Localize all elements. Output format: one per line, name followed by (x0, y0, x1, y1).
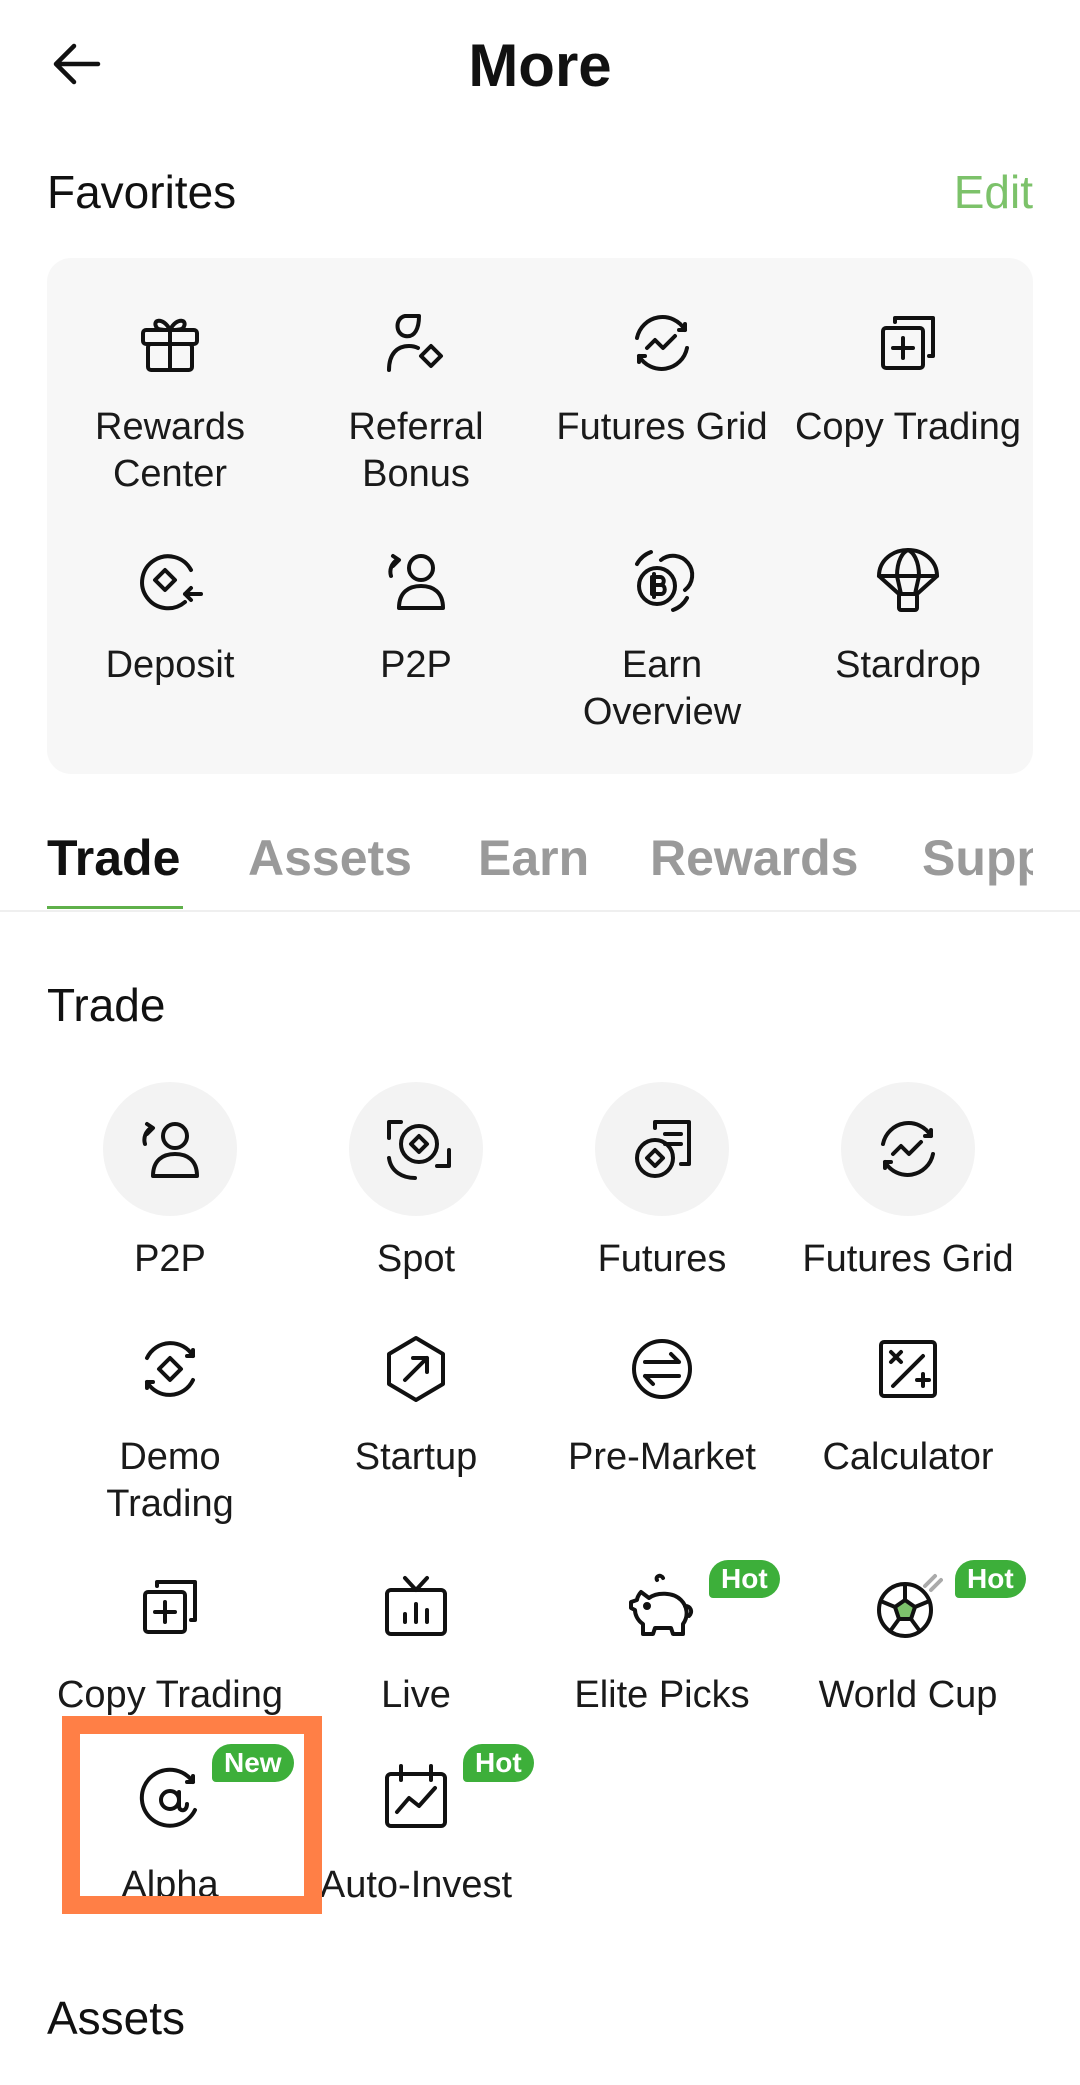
favorite-label: P2P (380, 644, 452, 686)
trade-item-startup[interactable]: Startup (293, 1334, 539, 1534)
favorite-stardrop[interactable]: Stardrop (785, 546, 1031, 746)
trade-item-spot[interactable]: Spot (293, 1082, 539, 1282)
trade-item-pre-market[interactable]: Pre-Market (539, 1334, 785, 1534)
trade-item-p2p[interactable]: P2P (47, 1082, 293, 1282)
favorite-copy-trading[interactable]: Copy Trading (785, 308, 1031, 508)
favorite-referral-bonus[interactable]: Referral Bonus (293, 308, 539, 508)
favorite-label: Deposit (105, 644, 235, 686)
stardrop-icon (877, 548, 939, 612)
trade-item-world-cup[interactable]: Hot World Cup (785, 1560, 1031, 1722)
trade-item-label: P2P (134, 1238, 206, 1280)
trade-item-label: Calculator (822, 1436, 994, 1478)
favorites-card: Rewards Center Referral Bonus Futures Gr… (47, 258, 1033, 774)
edit-button[interactable]: Edit (954, 162, 1033, 222)
live-tv-icon (385, 1576, 447, 1636)
favorite-rewards-center[interactable]: Rewards Center (47, 308, 293, 508)
futures-grid-icon (635, 315, 689, 371)
soccer-ball-icon (877, 1574, 943, 1638)
tab-overflow-fade (1033, 820, 1080, 908)
pre-market-icon (632, 1339, 692, 1399)
piggy-bank-icon (629, 1573, 694, 1636)
referral-icon (387, 314, 443, 372)
page-title: More (468, 32, 612, 99)
trade-item-label: Live (381, 1674, 451, 1716)
trade-item-auto-invest[interactable]: Hot Auto-Invest (293, 1744, 539, 1912)
tab-earn[interactable]: Earn (478, 828, 589, 888)
trade-item-futures-grid[interactable]: Futures Grid (785, 1082, 1031, 1282)
favorite-deposit[interactable]: Deposit (47, 546, 293, 746)
favorite-label: Rewards Center (95, 406, 245, 495)
copy-trading-icon (881, 316, 935, 370)
trade-item-copy-trading[interactable]: Copy Trading (47, 1572, 293, 1722)
tab-trade[interactable]: Trade (47, 828, 180, 888)
copy-trading-icon (143, 1580, 197, 1634)
tab-rewards[interactable]: Rewards (650, 828, 858, 888)
alpha-highlight-box (62, 1716, 322, 1914)
favorite-earn-overview[interactable]: Earn Overview (539, 546, 785, 746)
favorite-p2p[interactable]: P2P (293, 546, 539, 746)
calculator-icon (879, 1340, 937, 1398)
favorite-futures-grid[interactable]: Futures Grid (539, 308, 785, 508)
favorites-title: Favorites (47, 166, 237, 218)
auto-invest-icon (385, 1764, 447, 1828)
hot-badge: Hot (709, 1560, 780, 1598)
demo-trading-icon (145, 1341, 195, 1397)
trade-item-label: Spot (376, 1238, 456, 1280)
trade-item-label: Startup (354, 1436, 478, 1478)
trade-item-label: Elite Picks (574, 1674, 750, 1716)
trade-item-label: Futures Grid (802, 1238, 1014, 1280)
tab-assets[interactable]: Assets (248, 828, 412, 888)
earn-overview-icon (635, 550, 695, 612)
category-tabs: Trade Assets Earn Rewards Support (0, 820, 1080, 912)
favorite-label: Stardrop (835, 644, 981, 686)
trade-item-label: World Cup (818, 1674, 998, 1716)
favorite-label: Earn Overview (582, 644, 742, 733)
trade-item-label: Futures (597, 1238, 727, 1280)
futures-icon (635, 1120, 691, 1178)
deposit-icon (140, 554, 203, 611)
trade-item-live[interactable]: Live (293, 1572, 539, 1722)
startup-icon (387, 1336, 445, 1402)
favorite-label: Copy Trading (794, 406, 1021, 448)
favorite-label: Futures Grid (556, 406, 768, 448)
gift-icon (141, 318, 199, 372)
favorite-label: Referral Bonus (348, 406, 484, 495)
app-header: More (0, 0, 1080, 140)
trade-item-demo-trading[interactable]: Demo Trading (47, 1334, 293, 1534)
trade-section-title: Trade (47, 979, 166, 1031)
active-tab-indicator (47, 906, 183, 909)
trade-item-label: Pre-Market (568, 1436, 756, 1478)
futures-grid-icon (881, 1121, 935, 1177)
p2p-icon (142, 1122, 199, 1178)
hot-badge: Hot (955, 1560, 1026, 1598)
trade-item-futures[interactable]: Futures (539, 1082, 785, 1282)
hot-badge: Hot (463, 1744, 534, 1782)
assets-section-title: Assets (47, 1992, 186, 2044)
trade-item-label: Copy Trading (56, 1674, 283, 1716)
trade-item-label: Demo Trading (106, 1436, 234, 1525)
spot-icon (387, 1120, 451, 1180)
p2p-icon (388, 554, 445, 610)
trade-item-calculator[interactable]: Calculator (785, 1334, 1031, 1534)
trade-item-elite-picks[interactable]: Hot Elite Picks (539, 1560, 785, 1722)
